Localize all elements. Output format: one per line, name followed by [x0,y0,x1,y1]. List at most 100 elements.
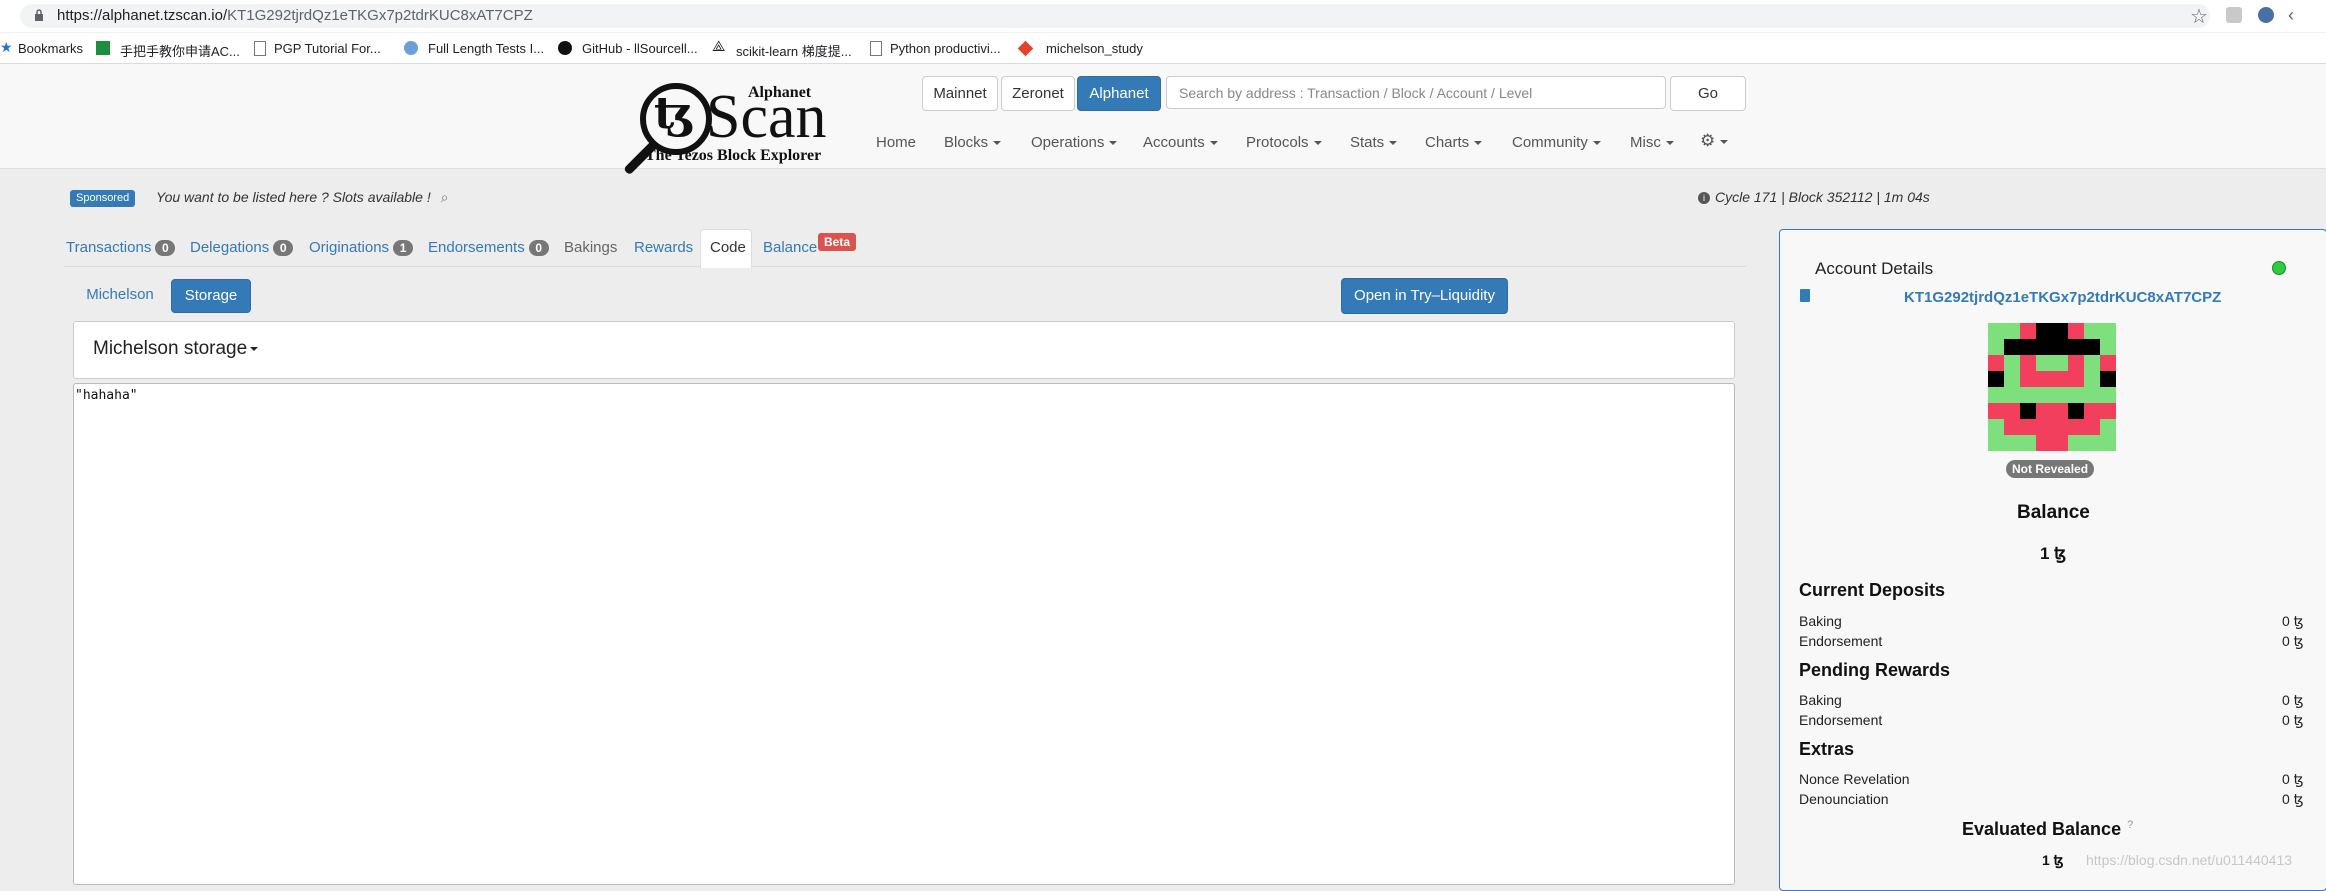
reward-baking-value: 0 ꜩ [2282,692,2304,708]
storage-type-dropdown[interactable]: Michelson storage [93,338,259,360]
url-host: https://alphanet.tzscan.io/ [57,7,228,24]
nav-accounts[interactable]: Accounts [1143,134,1218,151]
denounciation-value: 0 ꜩ [2282,791,2304,807]
bookmark-item[interactable]: Python productivi... [890,41,1001,56]
deposit-baking-label: Baking [1799,613,1842,629]
tab-bakings[interactable]: Bakings [564,239,617,256]
count-badge: 0 [273,240,294,256]
mainnet-button[interactable]: Mainnet [922,76,998,111]
beta-badge: Beta [818,233,857,251]
logo-network-text: Alphanet [748,84,812,101]
extension-icon[interactable] [2226,7,2242,23]
tab-delegations[interactable]: Delegations 0 [190,239,294,256]
nonce-revelation-value: 0 ꜩ [2282,771,2304,787]
bookmark-star-icon[interactable]: ☆ [2190,4,2208,29]
tab-originations[interactable]: Originations 1 [309,239,414,256]
tab-michelson[interactable]: Michelson [76,279,164,311]
site-header [0,64,2326,169]
tab-balance[interactable]: Balance [763,239,817,256]
nav-blocks[interactable]: Blocks [944,134,1002,151]
nav-stats[interactable]: Stats [1350,134,1398,151]
nav-label: Operations [1031,134,1105,151]
settings-menu[interactable]: ⚙ [1700,131,1729,151]
evaluated-balance-label: Evaluated Balance [1962,819,2122,839]
deposit-endorsement-value: 0 ꜩ [2282,633,2304,649]
bookmark-item[interactable]: GitHub - llSourcell... [582,41,698,56]
nav-label: Charts [1425,134,1470,151]
url-path: KT1G292tjrdQz1eTKGx7p2tdrKUC8xAT7CPZ [227,7,533,24]
tezos-logo-icon: ꜩ [654,88,694,139]
tab-storage[interactable]: Storage [171,279,251,313]
tabs-divider [64,266,1746,267]
denounciation-label: Denounciation [1799,791,1889,807]
nonce-revelation-label: Nonce Revelation [1799,771,1910,787]
zeronet-button[interactable]: Zeronet [1001,76,1075,111]
bookmark-item[interactable]: 手把手教你申请AC... [120,41,240,60]
back-chevron-icon[interactable]: ‹ [2288,5,2304,25]
reward-endorsement-label: Endorsement [1799,712,1883,728]
tab-label: Delegations [190,239,270,256]
url-text[interactable]: https://alphanet.tzscan.io/KT1G292tjrdQz… [57,7,533,24]
search-small-icon: ⌕ [440,189,449,205]
bookmark-item[interactable]: PGP Tutorial For... [274,41,381,56]
nav-protocols[interactable]: Protocols [1246,134,1322,151]
caret-down-icon [1209,141,1218,146]
caret-down-icon [1592,141,1601,146]
search-input[interactable] [1166,76,1666,109]
clipboard-icon[interactable] [1800,289,1810,302]
pending-rewards-title: Pending Rewards [1799,660,1951,680]
help-icon[interactable]: ? [2127,819,2133,831]
nav-misc[interactable]: Misc [1630,134,1674,151]
account-identicon [1988,323,2116,451]
caret-down-icon [250,346,259,351]
go-button[interactable]: Go [1670,76,1746,111]
nav-label: Misc [1630,134,1661,151]
open-try-liquidity-button[interactable]: Open in Try–Liquidity [1341,278,1508,314]
nav-community[interactable]: Community [1512,134,1601,151]
bookmark-item[interactable]: michelson_study [1046,41,1143,56]
caret-down-icon [1720,139,1729,144]
deposit-endorsement-label: Endorsement [1799,633,1883,649]
nav-charts[interactable]: Charts [1425,134,1483,151]
github-icon [558,41,572,55]
storage-header-box [73,321,1735,379]
nav-home[interactable]: Home [876,134,916,151]
scikit-favicon-icon: ⟁ [712,38,726,55]
bookmark-item[interactable]: Bookmarks [18,41,83,56]
caret-down-icon [1665,141,1674,146]
storage-code-area[interactable] [73,383,1735,885]
calendar-icon [96,41,110,55]
gear-favicon-icon [404,41,418,55]
nav-operations[interactable]: Operations [1031,134,1118,151]
current-deposits-title: Current Deposits [1799,580,1946,600]
alphanet-button[interactable]: Alphanet [1077,76,1161,111]
nav-label: Stats [1350,134,1385,151]
reward-endorsement-value: 0 ꜩ [2282,712,2304,728]
watermark-text: https://blog.csdn.net/u011440413 [2086,852,2293,868]
tab-code[interactable]: Code [710,239,746,256]
tab-endorsements[interactable]: Endorsements 0 [428,239,549,256]
storage-value: "hahaha" [75,388,138,403]
account-address[interactable]: KT1G292tjrdQz1eTKGx7p2tdrKUC8xAT7CPZ [1904,289,2221,306]
tab-label: Originations [309,239,390,256]
extension-globe-icon[interactable] [2258,7,2274,23]
tab-rewards[interactable]: Rewards [634,239,693,256]
storage-title: Michelson storage [93,338,248,359]
reward-baking-label: Baking [1799,692,1842,708]
sponsor-message: You want to be listed here ? Slots avail… [156,189,431,205]
logo-tagline: The Tezos Block Explorer [645,147,822,164]
bookmark-item[interactable]: scikit-learn 梯度提... [736,41,852,60]
account-details-title: Account Details [1815,259,1934,278]
deposit-baking-value: 0 ꜩ [2282,613,2304,629]
page-icon [870,41,882,56]
cycle-info: i Cycle 171 | Block 352112 | 1m 04s [1698,189,1930,205]
bookmark-item[interactable]: Full Length Tests I... [428,41,544,56]
sponsor-text[interactable]: You want to be listed here ? Slots avail… [156,189,449,206]
nav-label: Community [1512,134,1588,151]
not-revealed-badge: Not Revealed [2006,460,2095,478]
nav-label: Blocks [944,134,989,151]
tab-label: Transactions [66,239,152,256]
balance-value: 1 ꜩ [2040,544,2067,563]
count-badge: 0 [155,240,176,256]
tab-transactions[interactable]: Transactions 0 [66,239,176,256]
